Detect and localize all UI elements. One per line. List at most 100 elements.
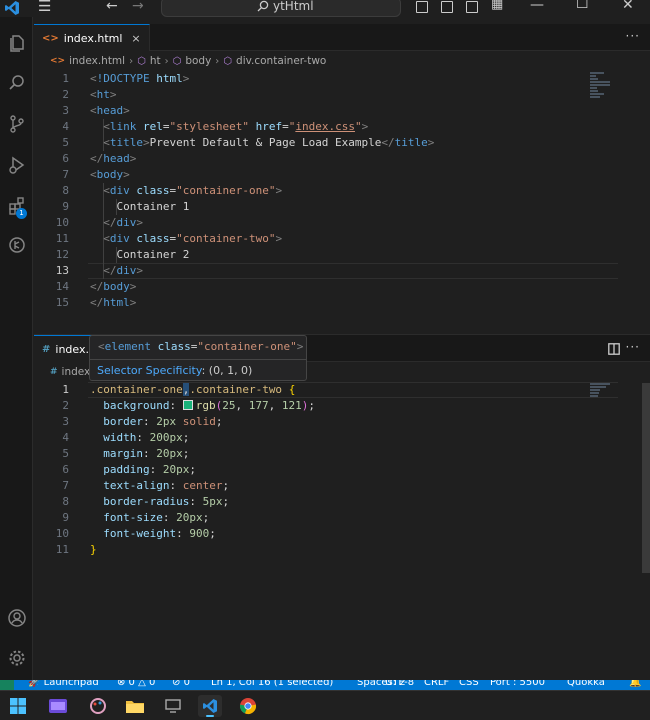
taskbar bbox=[0, 690, 650, 720]
code-editor-html[interactable]: 1 <!DOCTYPE html> 2 <ht> 3 <head> 4 <link r… bbox=[34, 71, 634, 311]
minimap[interactable] bbox=[590, 72, 610, 99]
chevron-right-icon: › bbox=[215, 55, 220, 67]
taskbar-app-chrome[interactable] bbox=[236, 695, 260, 717]
activity-bar: 1 bbox=[0, 17, 33, 680]
code-line: 10 font-weight: 900; bbox=[55, 527, 216, 540]
customize-layout-icon[interactable]: ▦ bbox=[491, 0, 503, 12]
monitor-icon bbox=[165, 699, 181, 713]
status-problems[interactable]: ⊗ 0 △ 0 bbox=[117, 680, 155, 688]
source-control-button[interactable] bbox=[0, 108, 33, 140]
vertical-scrollbar[interactable] bbox=[642, 383, 650, 573]
html-file-icon: <> bbox=[42, 32, 59, 44]
files-icon bbox=[9, 35, 24, 52]
code-line: 8 <div class="container-one"> bbox=[62, 184, 283, 197]
breadcrumb-item[interactable]: index bbox=[62, 366, 91, 378]
hover-specificity: Selector Specificity: (0, 1, 0) bbox=[90, 359, 306, 381]
menu-icon[interactable]: ☰ bbox=[38, 0, 51, 14]
accounts-button[interactable] bbox=[0, 602, 33, 634]
search-button[interactable] bbox=[0, 67, 33, 99]
code-line: 7 text-align: center; bbox=[62, 479, 230, 492]
code-line: 4 width: 200px; bbox=[62, 431, 190, 444]
code-line: 5 margin: 20px; bbox=[62, 447, 190, 460]
more-actions-icon[interactable]: ··· bbox=[626, 29, 640, 43]
search-icon bbox=[257, 0, 269, 12]
chevron-right-icon: › bbox=[129, 55, 134, 67]
specificity-value: : (0, 1, 0) bbox=[201, 364, 253, 377]
code-line: 2 <ht> bbox=[62, 88, 117, 101]
breadcrumb-item[interactable]: body bbox=[185, 55, 211, 67]
title-bar: ☰ ← → ytHtml ▦ — ☐ ✕ bbox=[0, 0, 650, 17]
tab-bar: <> index.html × ··· bbox=[34, 24, 650, 51]
chevron-right-icon: › bbox=[164, 55, 169, 67]
taskbar-app-vscode[interactable] bbox=[198, 695, 222, 717]
manage-button[interactable] bbox=[0, 642, 33, 674]
element-icon: ⬡ bbox=[172, 55, 182, 67]
status-launchpad[interactable]: 🚀 Launchpad bbox=[28, 680, 99, 688]
code-line: 2 background: rgb(25, 177, 121); bbox=[62, 399, 315, 412]
taskbar-app-paint[interactable] bbox=[86, 695, 110, 717]
back-arrow-icon[interactable]: ← bbox=[106, 0, 118, 13]
chrome-icon bbox=[239, 698, 257, 714]
code-line: 9 Container 1 bbox=[62, 200, 190, 213]
explorer-button[interactable] bbox=[0, 27, 33, 59]
status-live-server-port[interactable]: Port : 5500 bbox=[490, 680, 545, 688]
code-line: 6 padding: 20px; bbox=[62, 463, 196, 476]
css-file-icon: # bbox=[42, 343, 51, 355]
css-file-icon: # bbox=[50, 367, 58, 377]
status-quokka[interactable]: Quokka bbox=[567, 680, 605, 688]
toggle-primary-sidebar-icon[interactable] bbox=[416, 1, 428, 13]
code-line: 14 </body> bbox=[55, 280, 137, 293]
close-icon[interactable]: × bbox=[131, 32, 140, 45]
run-debug-button[interactable] bbox=[0, 149, 33, 181]
windows-start-button[interactable] bbox=[6, 695, 30, 717]
breadcrumb-item[interactable]: div.container-two bbox=[236, 55, 326, 67]
minimap[interactable] bbox=[590, 383, 610, 398]
status-ports[interactable]: ⊘ 0 bbox=[172, 680, 190, 688]
command-center-search[interactable]: ytHtml bbox=[161, 0, 401, 17]
code-line: 12 Container 2 bbox=[55, 248, 190, 261]
tab-index-html[interactable]: <> index.html × bbox=[34, 24, 150, 51]
remote-explorer-button[interactable] bbox=[0, 229, 33, 261]
toggle-secondary-sidebar-icon[interactable] bbox=[466, 1, 478, 13]
split-editor-icon[interactable] bbox=[608, 343, 620, 355]
breadcrumb-item[interactable]: index.html bbox=[69, 55, 125, 67]
status-eol[interactable]: CRLF bbox=[424, 680, 449, 688]
code-line: 3 <head> bbox=[62, 104, 130, 117]
status-language[interactable]: CSS bbox=[459, 680, 479, 688]
search-icon bbox=[8, 75, 24, 90]
code-line: 10 </div> bbox=[55, 216, 143, 229]
status-encoding[interactable]: UTF-8 bbox=[385, 680, 414, 688]
toggle-panel-icon[interactable] bbox=[441, 1, 453, 13]
bell-icon[interactable]: 🔔 bbox=[629, 680, 641, 688]
extensions-button[interactable]: 1 bbox=[0, 190, 33, 222]
code-editor-css[interactable]: 1 .container-one,.container-two { 2 backg… bbox=[34, 382, 634, 558]
element-icon: ⬡ bbox=[223, 55, 233, 67]
taskbar-app-display[interactable] bbox=[161, 695, 185, 717]
remote-indicator[interactable] bbox=[0, 680, 14, 690]
taskbar-app-file-explorer[interactable] bbox=[123, 695, 147, 717]
code-line: 1 <!DOCTYPE html> bbox=[62, 72, 190, 85]
html-file-icon: <> bbox=[50, 56, 66, 66]
code-line: 13 </div> bbox=[55, 264, 143, 277]
search-text: ytHtml bbox=[273, 0, 314, 13]
close-window-icon[interactable]: ✕ bbox=[622, 0, 634, 12]
forward-arrow-icon[interactable]: → bbox=[132, 0, 144, 13]
more-actions-icon[interactable]: ··· bbox=[626, 340, 640, 354]
vscode-logo-icon bbox=[5, 1, 19, 15]
git-graph-icon bbox=[8, 237, 25, 253]
specificity-link[interactable]: Selector Specificity bbox=[97, 364, 202, 377]
code-line: 8 border-radius: 5px; bbox=[62, 495, 230, 508]
maximize-icon[interactable]: ☐ bbox=[576, 0, 589, 11]
code-line: 7 <body> bbox=[62, 168, 130, 181]
breadcrumb-item[interactable]: ht bbox=[150, 55, 161, 67]
code-line: 1 .container-one,.container-two { bbox=[62, 383, 296, 396]
taskbar-app-widgets[interactable] bbox=[46, 695, 70, 717]
code-line: 15 </html> bbox=[55, 296, 137, 309]
minimize-icon[interactable]: — bbox=[530, 0, 544, 12]
status-cursor-position[interactable]: Ln 1, Col 16 (1 selected) bbox=[211, 680, 333, 688]
vscode-icon bbox=[203, 699, 217, 713]
color-swatch[interactable] bbox=[182, 400, 193, 410]
run-debug-icon bbox=[8, 156, 24, 174]
element-icon: ⬡ bbox=[137, 55, 146, 67]
editor-group-css: # index.c ··· # index 1 .container-one,.c… bbox=[34, 334, 650, 680]
